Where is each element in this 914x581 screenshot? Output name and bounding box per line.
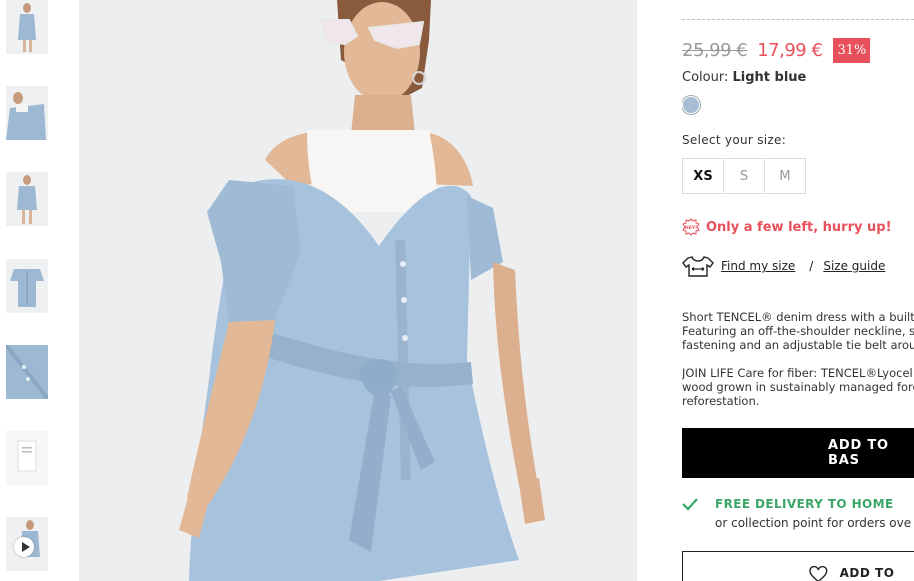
size-option-s[interactable]: S <box>724 159 765 193</box>
thumbnail-2[interactable] <box>6 86 48 140</box>
product-description: Short TENCEL® denim dress with a built- … <box>682 310 914 352</box>
divider <box>682 19 914 20</box>
find-my-size-link[interactable]: Find my size <box>721 259 795 273</box>
size-option-xs[interactable]: XS <box>683 159 724 193</box>
colour-line: Colour: Light blue <box>682 70 806 85</box>
low-stock-text: Only a few left, hurry up! <box>706 219 892 235</box>
size-help-row: Find my size / Size guide <box>682 255 885 277</box>
check-icon <box>682 498 698 511</box>
colour-swatch-light-blue[interactable] <box>683 97 699 113</box>
hey-badge-icon: HEY! <box>682 218 700 236</box>
colour-value: Light blue <box>732 70 807 85</box>
sale-price: 17,99 € <box>757 39 823 61</box>
size-label: Select your size: <box>682 133 787 147</box>
thumbnail-4[interactable] <box>6 259 48 313</box>
main-product-image[interactable] <box>79 0 637 581</box>
play-icon[interactable] <box>14 537 34 557</box>
low-stock-notice: HEY! Only a few left, hurry up! <box>682 218 892 236</box>
care-description: JOIN LIFE Care for fiber: TENCEL®Lyocel … <box>682 366 914 408</box>
size-guide-link[interactable]: Size guide <box>823 259 885 273</box>
thumbnail-gallery <box>0 0 60 581</box>
thumbnail-5[interactable] <box>6 345 48 399</box>
hey-badge-text: HEY! <box>685 225 697 231</box>
colour-label: Colour: <box>682 70 729 85</box>
add-to-wishlist-button[interactable]: ADD TO WIS <box>682 551 914 581</box>
add-to-basket-button[interactable]: ADD TO BAS <box>682 428 914 478</box>
thumbnail-7-video[interactable] <box>6 517 48 571</box>
thumbnail-3[interactable] <box>6 172 48 226</box>
discount-badge: 31% <box>833 37 871 63</box>
delivery-subtext: or collection point for orders ove <box>715 516 912 530</box>
size-option-m[interactable]: M <box>765 159 805 193</box>
thumbnail-6[interactable] <box>6 431 48 485</box>
wishlist-label: ADD TO WIS <box>839 566 895 581</box>
old-price: 25,99 € <box>682 39 748 61</box>
heart-icon <box>809 565 828 581</box>
thumbnail-1[interactable] <box>6 0 48 54</box>
tshirt-measure-icon <box>682 256 714 277</box>
price-row: 25,99 € 17,99 € 31% <box>682 37 871 63</box>
separator: / <box>809 259 814 273</box>
product-info-panel: 25,99 € 17,99 € 31% Colour: Light blue S… <box>682 0 914 581</box>
free-delivery-title: FREE DELIVERY TO HOME <box>715 497 894 511</box>
size-selector: XS S M <box>682 158 806 194</box>
